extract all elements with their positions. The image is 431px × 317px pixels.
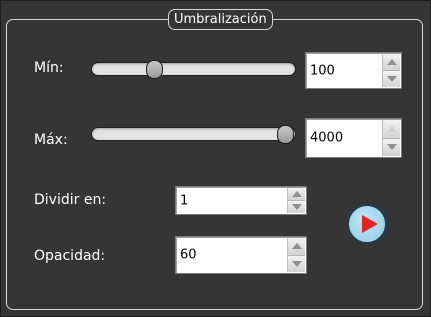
divide-decrement-button[interactable] xyxy=(288,201,305,213)
min-slider[interactable] xyxy=(91,62,296,76)
arrow-up-icon xyxy=(291,243,302,250)
arrow-down-icon xyxy=(291,260,302,267)
opacity-decrement-button[interactable] xyxy=(288,255,305,272)
min-increment-button[interactable] xyxy=(383,54,400,71)
arrow-up-icon xyxy=(386,125,397,132)
arrow-down-icon xyxy=(386,144,397,151)
opacity-label: Opacidad: xyxy=(34,248,106,264)
opacity-value[interactable]: 60 xyxy=(180,248,197,263)
max-value[interactable]: 4000 xyxy=(310,131,343,146)
min-value[interactable]: 100 xyxy=(310,63,335,78)
divide-spin-buttons xyxy=(287,188,305,213)
arrow-up-icon xyxy=(291,191,302,197)
opacity-spin-buttons xyxy=(287,238,305,272)
play-icon xyxy=(362,215,378,233)
max-increment-button[interactable] xyxy=(383,120,400,139)
max-spin-buttons xyxy=(382,120,400,156)
min-spinbox[interactable]: 100 xyxy=(305,52,402,89)
divide-value[interactable]: 1 xyxy=(180,193,188,208)
max-slider-handle[interactable] xyxy=(277,125,294,144)
max-label: Máx: xyxy=(34,132,68,148)
divide-spinbox[interactable]: 1 xyxy=(175,186,307,215)
threshold-panel: Umbralización Mín: 100 Máx: 4000 Dividir… xyxy=(0,0,431,317)
arrow-up-icon xyxy=(386,59,397,65)
min-spin-buttons xyxy=(382,54,400,87)
max-slider[interactable] xyxy=(91,127,296,141)
min-label: Mín: xyxy=(34,60,64,76)
max-spinbox[interactable]: 4000 xyxy=(305,118,402,158)
opacity-spinbox[interactable]: 60 xyxy=(175,236,307,274)
opacity-increment-button[interactable] xyxy=(288,238,305,256)
arrow-down-icon xyxy=(291,204,302,210)
max-decrement-button[interactable] xyxy=(383,138,400,156)
play-button[interactable] xyxy=(347,204,387,244)
min-decrement-button[interactable] xyxy=(383,71,400,87)
min-slider-handle[interactable] xyxy=(146,60,163,79)
groupbox-title: Umbralización xyxy=(168,9,273,30)
divide-label: Dividir en: xyxy=(34,192,107,208)
arrow-down-icon xyxy=(386,76,397,82)
divide-increment-button[interactable] xyxy=(288,188,305,201)
